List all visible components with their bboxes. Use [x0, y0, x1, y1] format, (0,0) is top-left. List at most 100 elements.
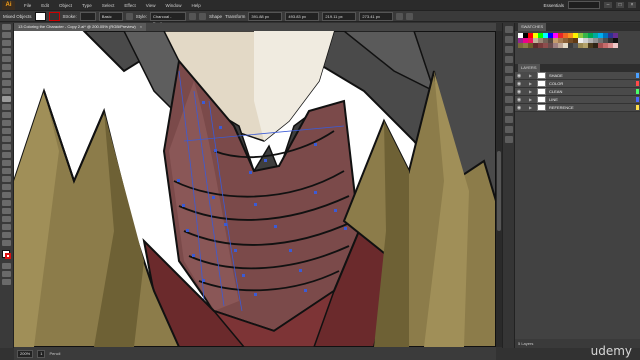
- paintbrush-tool-icon[interactable]: [2, 88, 11, 94]
- y-field[interactable]: 493.83 px: [285, 11, 320, 21]
- visibility-eye-icon[interactable]: ◉: [515, 81, 523, 87]
- visibility-eye-icon[interactable]: ◉: [515, 89, 523, 95]
- close-tab-icon[interactable]: ×: [140, 24, 142, 29]
- expand-arrow-icon[interactable]: ▶: [529, 81, 534, 86]
- hand-tool-icon[interactable]: [2, 232, 11, 238]
- layer-row[interactable]: ◉ ▶ LINE: [515, 96, 640, 104]
- rectangle-tool-icon[interactable]: [2, 80, 11, 86]
- artboard-canvas[interactable]: [14, 31, 496, 347]
- pathfinder-panel-icon[interactable]: [505, 126, 513, 133]
- expand-arrow-icon[interactable]: ▶: [529, 89, 534, 94]
- menu-view[interactable]: View: [141, 3, 161, 8]
- stroke-panel-icon[interactable]: [505, 86, 513, 93]
- selection-tool-icon[interactable]: [2, 24, 11, 30]
- line-tool-icon[interactable]: [2, 72, 11, 78]
- direct-selection-tool-icon[interactable]: [2, 32, 11, 38]
- color-guide-panel-icon[interactable]: [505, 36, 513, 43]
- blob-brush-tool-icon[interactable]: [2, 104, 11, 110]
- layer-row[interactable]: ◉ ▶ COLOR: [515, 80, 640, 88]
- zoom-field[interactable]: 200%: [17, 349, 34, 358]
- graph-tool-icon[interactable]: [2, 208, 11, 214]
- swatches-tab[interactable]: SWATCHES: [518, 23, 547, 31]
- eraser-tool-icon[interactable]: [2, 112, 11, 118]
- eyedropper-tool-icon[interactable]: [2, 184, 11, 190]
- width-tool-icon[interactable]: [2, 136, 11, 142]
- fill-swatch[interactable]: [34, 11, 46, 21]
- stroke-weight-field[interactable]: [79, 11, 96, 21]
- layer-row[interactable]: ◉ ▶ REFERENCE: [515, 104, 640, 112]
- workspace-switcher[interactable]: Essentials: [543, 3, 564, 8]
- menu-file[interactable]: File: [19, 3, 36, 8]
- symbol-sprayer-tool-icon[interactable]: [2, 200, 11, 206]
- expand-arrow-icon[interactable]: ▶: [529, 105, 534, 110]
- close-window-button[interactable]: ×: [628, 2, 636, 8]
- artboard-tool-icon[interactable]: [2, 216, 11, 222]
- menu-edit[interactable]: Edit: [36, 3, 54, 8]
- gradient-panel-icon[interactable]: [505, 96, 513, 103]
- menu-type[interactable]: Type: [77, 3, 97, 8]
- transform-panel-icon[interactable]: [505, 136, 513, 143]
- h-field[interactable]: 273.41 px: [359, 11, 394, 21]
- gradient-tool-icon[interactable]: [2, 176, 11, 182]
- minimize-button[interactable]: –: [604, 2, 612, 8]
- document-tab[interactable]: 13 Coloring the Character - Copy 2.ai* @…: [14, 23, 147, 31]
- w-field[interactable]: 219.11 px: [322, 11, 357, 21]
- type-tool-icon[interactable]: [2, 64, 11, 70]
- symbols-panel-icon[interactable]: [505, 56, 513, 63]
- artboard-field[interactable]: 1: [37, 349, 46, 358]
- shape-builder-tool-icon[interactable]: [2, 152, 11, 158]
- align-icon[interactable]: [189, 12, 197, 20]
- pen-tool-icon[interactable]: [2, 56, 11, 62]
- layer-row[interactable]: ◉ ▶ SHADE: [515, 72, 640, 80]
- opacity-icon[interactable]: [125, 12, 133, 20]
- x-field[interactable]: 391.88 px: [248, 11, 283, 21]
- search-input[interactable]: [568, 1, 600, 9]
- brush-preset-select[interactable]: Basic: [98, 11, 123, 21]
- visibility-eye-icon[interactable]: ◉: [515, 73, 523, 79]
- stroke-color-icon[interactable]: [5, 253, 11, 259]
- menu-effect[interactable]: Effect: [119, 3, 140, 8]
- layer-row[interactable]: ◉ ▶ CLEAN: [515, 88, 640, 96]
- graphic-styles-panel-icon[interactable]: [505, 66, 513, 73]
- shape-label[interactable]: Shape: [209, 14, 222, 19]
- magic-wand-tool-icon[interactable]: [2, 40, 11, 46]
- screen-mode-icon[interactable]: [2, 279, 11, 285]
- menu-help[interactable]: Help: [186, 3, 205, 8]
- mesh-tool-icon[interactable]: [2, 168, 11, 174]
- layers-tab[interactable]: LAYERS: [518, 64, 540, 72]
- stroke-swatch[interactable]: [48, 11, 60, 21]
- color-panel-icon[interactable]: [505, 26, 513, 33]
- lasso-tool-icon[interactable]: [2, 48, 11, 54]
- brushes-panel-icon[interactable]: [505, 46, 513, 53]
- color-swatch[interactable]: [613, 43, 618, 48]
- menu-select[interactable]: Select: [97, 3, 120, 8]
- transform-label[interactable]: Transform: [225, 14, 245, 19]
- free-transform-tool-icon[interactable]: [2, 144, 11, 150]
- perspective-grid-tool-icon[interactable]: [2, 160, 11, 166]
- visibility-eye-icon[interactable]: ◉: [515, 97, 523, 103]
- zoom-tool-icon[interactable]: [2, 240, 11, 246]
- transparency-panel-icon[interactable]: [505, 106, 513, 113]
- expand-arrow-icon[interactable]: ▶: [529, 97, 534, 102]
- fill-stroke-control[interactable]: [2, 250, 11, 259]
- pencil-tool-icon[interactable]: [2, 96, 11, 102]
- menu-window[interactable]: Window: [160, 3, 186, 8]
- color-mode-icon[interactable]: [2, 263, 11, 269]
- blend-tool-icon[interactable]: [2, 192, 11, 198]
- maximize-button[interactable]: □: [616, 2, 624, 8]
- expand-arrow-icon[interactable]: ▶: [529, 73, 534, 78]
- link-icon[interactable]: [396, 12, 404, 20]
- scale-tool-icon[interactable]: [2, 128, 11, 134]
- menu-object[interactable]: Object: [54, 3, 77, 8]
- rotate-tool-icon[interactable]: [2, 120, 11, 126]
- visibility-eye-icon[interactable]: ◉: [515, 105, 523, 111]
- drawing-mode-icon[interactable]: [2, 271, 11, 277]
- appearance-panel-icon[interactable]: [505, 76, 513, 83]
- distribute-icon[interactable]: [199, 12, 207, 20]
- slice-tool-icon[interactable]: [2, 224, 11, 230]
- style-label: Style:: [135, 13, 148, 19]
- scroll-thumb[interactable]: [497, 151, 501, 231]
- brush-name-select[interactable]: Charcoal - Feather: [150, 11, 187, 26]
- align-panel-icon[interactable]: [505, 116, 513, 123]
- panel-menu-icon[interactable]: [406, 12, 414, 20]
